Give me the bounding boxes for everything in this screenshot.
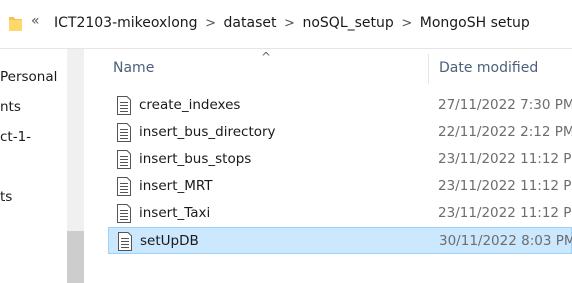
- nav-item-documents[interactable]: nts: [0, 99, 21, 115]
- column-header-date-modified[interactable]: Date modified: [439, 60, 538, 76]
- file-list: create_indexes 27/11/2022 7:30 PM insert…: [108, 92, 572, 254]
- file-row-insert-taxi[interactable]: insert_Taxi 23/11/2022 11:12 PM: [108, 200, 572, 227]
- breadcrumb-overflow-icon[interactable]: «: [31, 13, 40, 29]
- file-row-create-indexes[interactable]: create_indexes 27/11/2022 7:30 PM: [108, 92, 572, 119]
- file-date: 23/11/2022 11:12 PM: [438, 205, 572, 221]
- chevron-right-icon[interactable]: >: [394, 16, 420, 31]
- file-date: 27/11/2022 7:30 PM: [438, 97, 572, 113]
- column-divider[interactable]: [428, 54, 429, 84]
- file-name: create_indexes: [139, 97, 241, 113]
- navigation-scrollbar-thumb[interactable]: [67, 231, 84, 283]
- file-date: 22/11/2022 2:12 PM: [438, 124, 572, 140]
- text-file-icon: [116, 123, 132, 142]
- breadcrumb-item-nosql-setup[interactable]: noSQL_setup: [302, 15, 393, 31]
- file-name: setUpDB: [140, 233, 199, 249]
- text-file-icon: [116, 204, 132, 223]
- breadcrumb-item-mongosh-setup[interactable]: MongoSH setup: [420, 15, 530, 31]
- text-file-icon: [116, 177, 132, 196]
- folder-icon: [9, 15, 22, 32]
- nav-item-project[interactable]: ct-1-: [0, 129, 31, 145]
- file-name: insert_bus_directory: [139, 124, 276, 140]
- navigation-pane: Personal nts ct-1- ts: [0, 49, 87, 283]
- nav-item-personal[interactable]: Personal: [0, 69, 57, 85]
- chevron-right-icon[interactable]: >: [198, 16, 224, 31]
- text-file-icon: [116, 96, 132, 115]
- text-file-icon: [117, 232, 133, 251]
- column-header: ^ Name Date modified: [92, 50, 572, 88]
- address-bar[interactable]: « ICT2103-mikeoxlong > dataset > noSQL_s…: [0, 0, 572, 49]
- file-row-insert-bus-directory[interactable]: insert_bus_directory 22/11/2022 2:12 PM: [108, 119, 572, 146]
- file-name: insert_Taxi: [139, 205, 211, 221]
- file-date: 23/11/2022 11:12 PM: [438, 151, 572, 167]
- file-row-insert-mrt[interactable]: insert_MRT 23/11/2022 11:12 PM: [108, 173, 572, 200]
- file-row-insert-bus-stops[interactable]: insert_bus_stops 23/11/2022 11:12 PM: [108, 146, 572, 173]
- nav-item-ts[interactable]: ts: [0, 189, 12, 205]
- column-header-name[interactable]: Name: [113, 60, 154, 76]
- file-row-setupdb[interactable]: setUpDB 30/11/2022 8:03 PM: [108, 227, 572, 254]
- chevron-right-icon[interactable]: >: [276, 16, 302, 31]
- text-file-icon: [116, 150, 132, 169]
- sort-ascending-icon: ^: [261, 50, 272, 64]
- breadcrumb-item-dataset[interactable]: dataset: [224, 15, 277, 31]
- file-name: insert_MRT: [139, 178, 213, 194]
- breadcrumb: ICT2103-mikeoxlong > dataset > noSQL_set…: [54, 15, 530, 31]
- file-name: insert_bus_stops: [139, 151, 252, 167]
- file-date: 30/11/2022 8:03 PM: [439, 233, 572, 249]
- breadcrumb-item-project[interactable]: ICT2103-mikeoxlong: [54, 15, 198, 31]
- file-date: 23/11/2022 11:12 PM: [438, 178, 572, 194]
